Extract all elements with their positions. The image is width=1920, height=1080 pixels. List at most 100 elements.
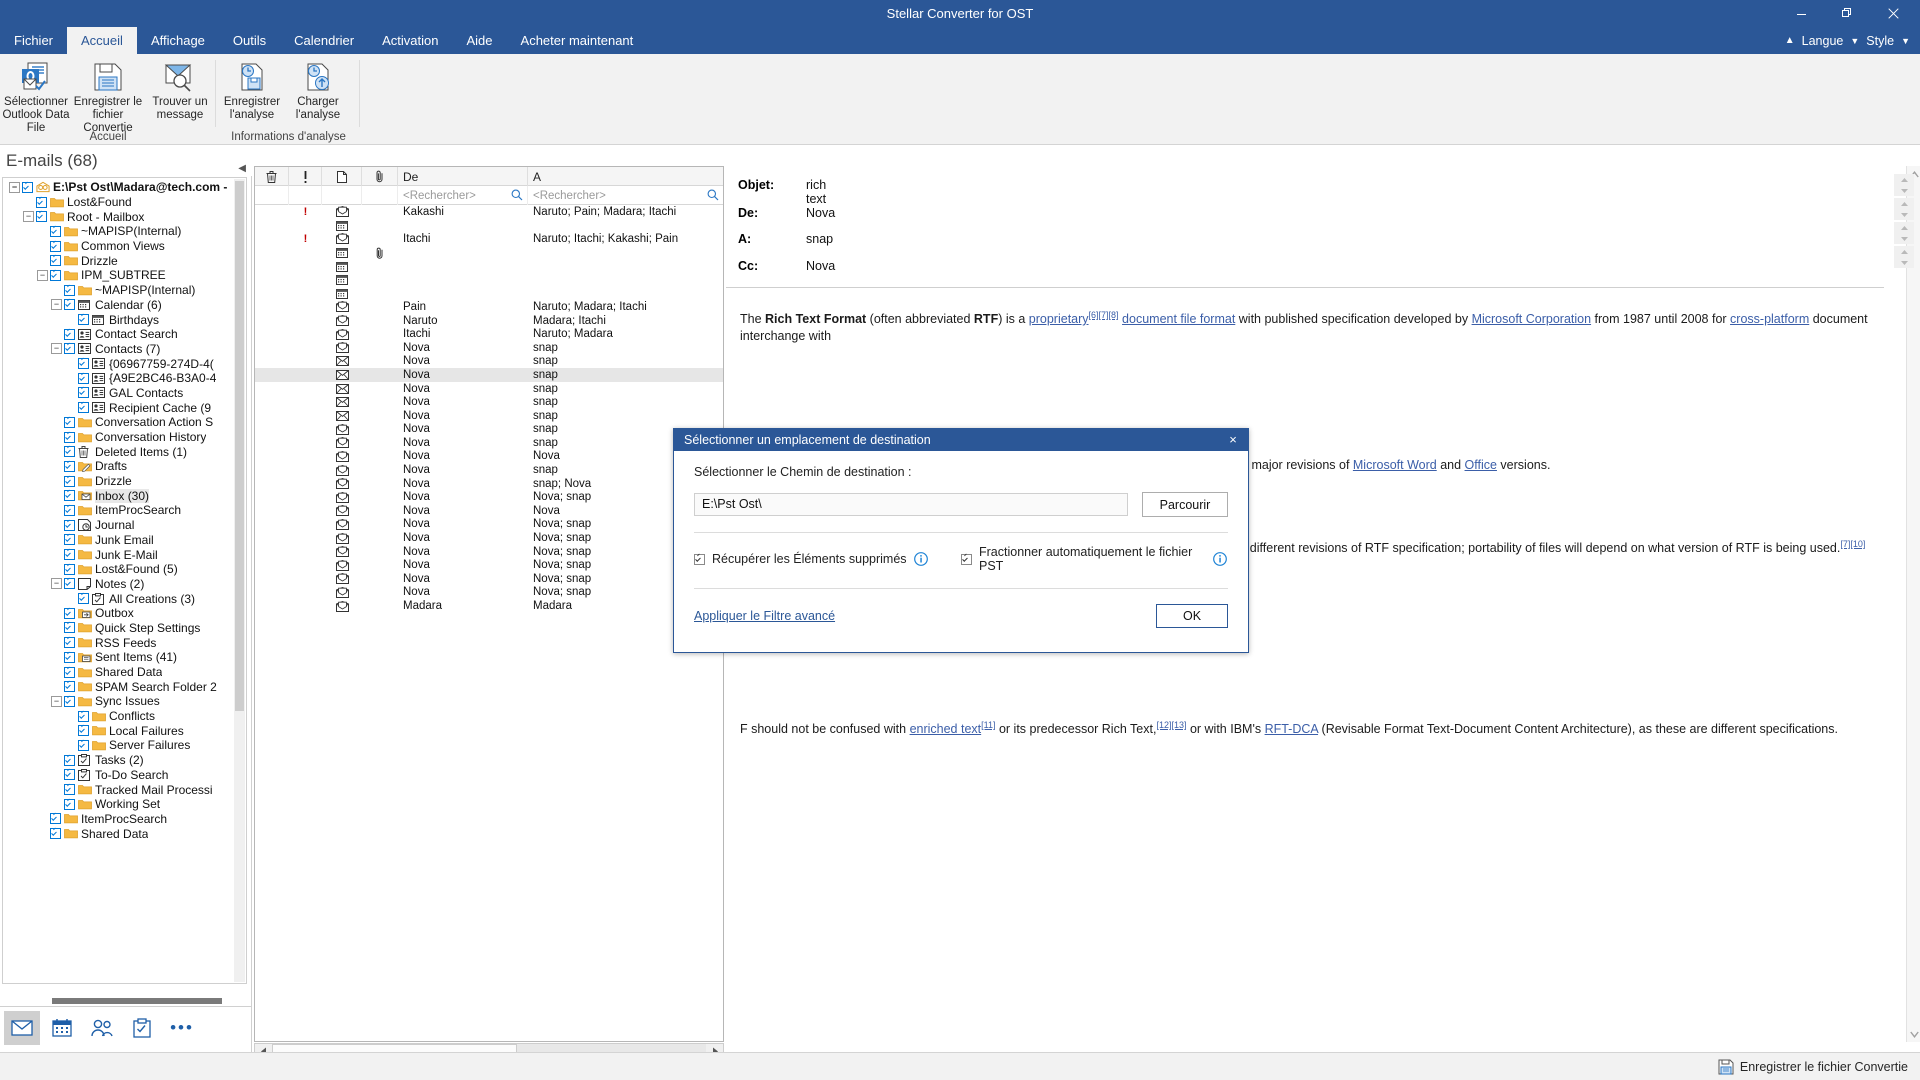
filter-to[interactable]: <Rechercher> — [528, 186, 723, 205]
tree-item-checkbox[interactable] — [64, 607, 75, 619]
link-rft-dca[interactable]: RFT-DCA — [1265, 722, 1318, 736]
scrollbar-thumb[interactable] — [52, 998, 222, 1004]
tree-collapse-toggle-icon[interactable]: − — [51, 299, 62, 311]
spinner-3[interactable] — [1894, 222, 1914, 244]
advanced-filter-link[interactable]: Appliquer le Filtre avancé — [694, 609, 835, 623]
message-row[interactable]: Nova Nova; snap — [255, 490, 723, 504]
tree-item-checkbox[interactable] — [78, 710, 89, 722]
tree-item[interactable]: Working Set — [3, 797, 234, 812]
message-row[interactable]: Nova Nova; snap — [255, 518, 723, 532]
tree-item[interactable]: Journal — [3, 518, 234, 533]
spinner-up-icon[interactable] — [1894, 174, 1914, 185]
tree-item[interactable]: Lost&Found (5) — [3, 562, 234, 577]
recover-info-icon[interactable] — [914, 552, 928, 566]
split-info-icon[interactable] — [1213, 552, 1227, 566]
link-microsoft-word[interactable]: Microsoft Word — [1353, 458, 1437, 472]
tree-item-checkbox[interactable] — [36, 196, 47, 208]
tree-item[interactable]: Conflicts — [3, 709, 234, 724]
tree-item-checkbox[interactable] — [64, 695, 75, 707]
tree-item-checkbox[interactable] — [64, 651, 75, 663]
tree-item[interactable]: Contact Search — [3, 327, 234, 342]
tree-item-checkbox[interactable] — [64, 284, 75, 296]
message-row[interactable] — [255, 287, 723, 301]
menu-item-calendrier[interactable]: Calendrier — [280, 27, 368, 54]
message-row[interactable] — [255, 246, 723, 260]
link-document-file-format[interactable]: document file format — [1122, 312, 1235, 326]
tree-item-checkbox[interactable] — [64, 475, 75, 487]
tree-item[interactable]: Conversation Action S — [3, 415, 234, 430]
menu-item-activation[interactable]: Activation — [368, 27, 452, 54]
menu-item-acheter-maintenant[interactable]: Acheter maintenant — [507, 27, 648, 54]
message-row[interactable]: Nova Nova; snap — [255, 531, 723, 545]
minimize-button[interactable] — [1778, 0, 1824, 27]
spinner-up-icon[interactable] — [1894, 246, 1914, 257]
select-outlook-data-file-button[interactable]: Sélectionner Outlook Data File — [0, 58, 72, 135]
tree-item-checkbox[interactable] — [22, 181, 33, 193]
tree-item[interactable]: {A9E2BC46-B3A0-4 — [3, 371, 234, 386]
browse-button[interactable]: Parcourir — [1142, 492, 1228, 517]
link-cross-platform[interactable]: cross-platform — [1730, 312, 1809, 326]
message-row[interactable]: Nova Nova — [255, 504, 723, 518]
close-button[interactable] — [1870, 0, 1916, 27]
spinner-down-icon[interactable] — [1894, 209, 1914, 220]
load-scan-button[interactable]: Charger l'analyse — [287, 58, 349, 122]
tree-item[interactable]: {06967759-274D-4( — [3, 356, 234, 371]
message-row[interactable]: Nova Nova — [255, 450, 723, 464]
tree-item[interactable]: Common Views — [3, 239, 234, 254]
ref-678[interactable]: [6][7][8] — [1089, 310, 1119, 320]
tree-item-checkbox[interactable] — [64, 416, 75, 428]
tab-mail[interactable] — [4, 1010, 40, 1045]
tree-item-checkbox[interactable] — [64, 666, 75, 678]
tree-collapse-toggle-icon[interactable]: − — [23, 211, 34, 223]
tree-item[interactable]: − Contacts (7) — [3, 342, 234, 357]
tree-item-checkbox[interactable] — [64, 504, 75, 516]
tree-item-checkbox[interactable] — [64, 769, 75, 781]
status-save-converted-file[interactable]: Enregistrer le fichier Convertie — [1718, 1059, 1908, 1075]
menu-item-accueil[interactable]: Accueil — [67, 27, 137, 54]
column-header-attachment[interactable] — [362, 167, 398, 186]
tree-item[interactable]: Server Failures — [3, 738, 234, 753]
column-header-to[interactable]: A — [528, 167, 723, 186]
message-row[interactable]: Nova snap — [255, 341, 723, 355]
tab-more[interactable]: ••• — [164, 1011, 200, 1045]
tree-item-checkbox[interactable] — [64, 549, 75, 561]
spinner-4[interactable] — [1894, 246, 1914, 268]
message-row[interactable]: Naruto Madara; Itachi — [255, 314, 723, 328]
tree-item-checkbox[interactable] — [50, 225, 61, 237]
message-row[interactable]: Nova snap — [255, 436, 723, 450]
find-message-button[interactable]: Trouver un message — [144, 58, 216, 122]
tree-item[interactable]: Junk E-Mail — [3, 547, 234, 562]
spinner-1[interactable] — [1894, 174, 1914, 196]
tree-item-checkbox[interactable] — [64, 563, 75, 575]
message-row[interactable]: Nova snap — [255, 368, 723, 382]
preview-vertical-scrollbar[interactable] — [1906, 166, 1920, 1042]
tree-item[interactable]: To-Do Search — [3, 768, 234, 783]
message-row[interactable]: Nova snap — [255, 382, 723, 396]
tree-item[interactable]: Shared Data — [3, 665, 234, 680]
tree-item[interactable]: − Root - Mailbox — [3, 209, 234, 224]
search-icon[interactable] — [707, 189, 719, 204]
tree-item[interactable]: − Sync Issues — [3, 694, 234, 709]
tree-collapse-toggle-icon[interactable]: − — [37, 269, 48, 281]
tree-item[interactable]: Shared Data — [3, 826, 234, 841]
message-row[interactable] — [255, 273, 723, 287]
tree-item[interactable]: All Creations (3) — [3, 591, 234, 606]
tree-item-checkbox[interactable] — [78, 725, 89, 737]
tree-item-checkbox[interactable] — [50, 240, 61, 252]
tree-item-checkbox[interactable] — [64, 798, 75, 810]
tree-item-checkbox[interactable] — [78, 387, 89, 399]
tree-item[interactable]: Lost&Found — [3, 195, 234, 210]
message-row[interactable]: Madara Madara — [255, 599, 723, 613]
auto-split-pst-checkbox[interactable] — [961, 553, 972, 565]
tree-item-checkbox[interactable] — [64, 681, 75, 693]
link-microsoft-corporation[interactable]: Microsoft Corporation — [1472, 312, 1592, 326]
tree-item-checkbox[interactable] — [64, 328, 75, 340]
save-converted-file-button[interactable]: Enregistrer le fichier Convertie — [72, 58, 144, 135]
tree-item-checkbox[interactable] — [64, 637, 75, 649]
destination-path-input[interactable]: E:\Pst Ost\ — [694, 493, 1128, 516]
dialog-close-button[interactable]: × — [1218, 429, 1248, 451]
message-row[interactable]: ! Kakashi Naruto; Pain; Madara; Itachi — [255, 205, 723, 219]
tree-item[interactable]: Deleted Items (1) — [3, 444, 234, 459]
ref-710[interactable]: [7][10] — [1840, 539, 1865, 549]
spinner-down-icon[interactable] — [1894, 233, 1914, 244]
